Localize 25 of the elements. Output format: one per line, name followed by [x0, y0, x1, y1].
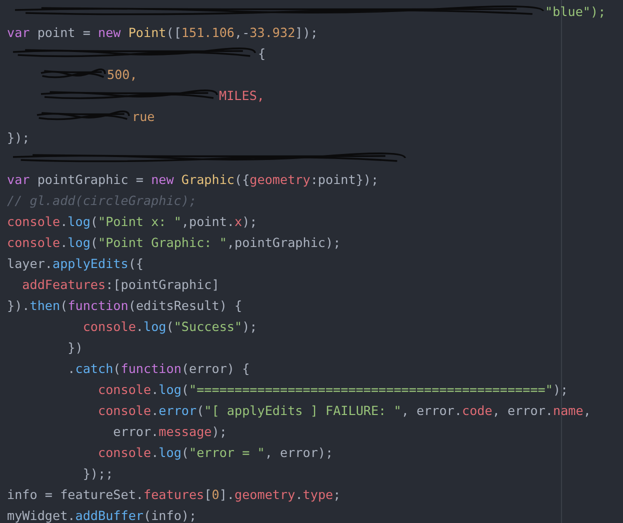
code-line: var point = new Point([151.106,-33.932]);: [7, 24, 318, 42]
code-line: console.log("Point x: ",point.x);: [7, 213, 258, 231]
code-line: info = featureSet.features[0].geometry.type;: [7, 486, 341, 504]
code-comment: // gl.add(circleGraphic);: [7, 192, 197, 210]
code-line: console.log("error = ", error);: [96, 444, 334, 462]
code-fragment: 500,: [107, 66, 138, 84]
code-line: layer.applyEdits({: [7, 255, 144, 273]
code-fragment: rue: [132, 108, 155, 126]
code-line: error.message);: [112, 423, 227, 441]
scribble-drawing: [41, 67, 105, 81]
code-line: });: [7, 129, 30, 147]
code-line: console.log("==============================================");: [96, 381, 568, 399]
code-line: }): [66, 339, 83, 357]
code-line: });;: [82, 465, 114, 483]
code-fragment: {: [258, 45, 266, 63]
code-fragment: "blue");: [545, 3, 606, 21]
code-line: var pointGraphic = new Graphic({geometry:point});: [7, 171, 379, 189]
code-line: console.error("[ applyEdits ] FAILURE: ", error.code, error.name,: [96, 402, 591, 420]
code-line: }).then(function(editsResult) {: [7, 297, 242, 315]
code-line: myWidget.addBuffer(info);: [7, 507, 197, 523]
code-fragment: MILES,: [219, 87, 264, 105]
code-line: console.log("Success");: [82, 318, 258, 336]
code-line: .catch(function(error) {: [66, 360, 250, 378]
code-line: console.log("Point Graphic: ",pointGraphic);: [7, 234, 341, 252]
code-line: addFeatures:[pointGraphic]: [21, 276, 220, 294]
